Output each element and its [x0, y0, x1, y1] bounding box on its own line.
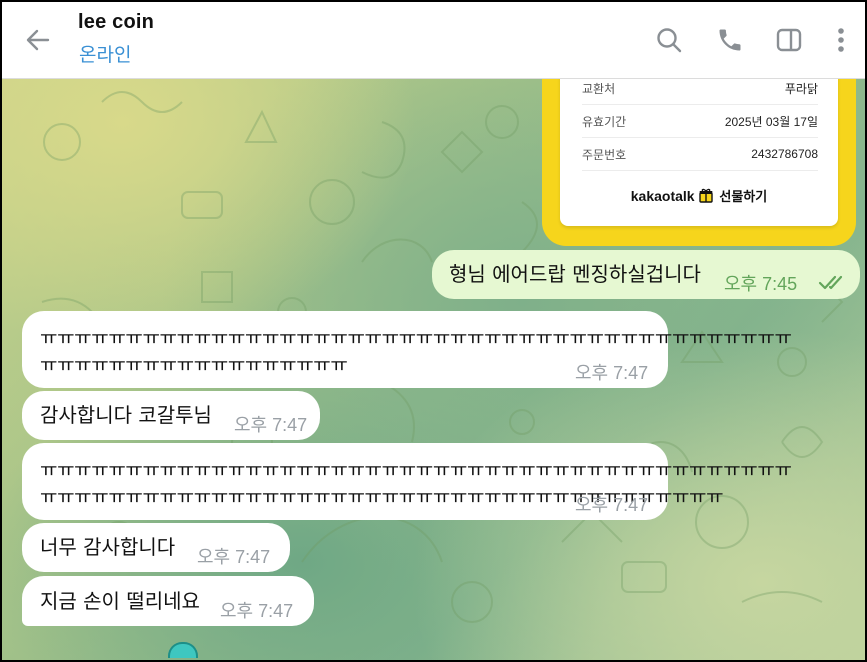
gift-row-value: 2432786708	[751, 147, 818, 161]
gift-row-key: 교환처	[582, 81, 616, 96]
message-text: 감사합니다 코갈투님	[40, 403, 212, 427]
phone-icon	[719, 29, 741, 51]
message-incoming[interactable]: ㅠㅠㅠㅠㅠㅠㅠㅠㅠㅠㅠㅠㅠㅠㅠㅠㅠㅠㅠㅠㅠㅠㅠㅠㅠㅠㅠㅠㅠㅠㅠㅠㅠㅠㅠㅠㅠㅠㅠㅠ…	[22, 443, 792, 520]
gift-row-expiry: 유효기간 2025년 03월 17일	[582, 105, 818, 138]
message-text-line: ㅠㅠㅠㅠㅠㅠㅠㅠㅠㅠㅠㅠㅠㅠㅠㅠㅠㅠㅠㅠㅠㅠㅠㅠㅠㅠㅠㅠㅠㅠㅠㅠㅠㅠㅠㅠㅠㅠㅠㅠ…	[40, 327, 792, 349]
more-menu-button[interactable]	[823, 22, 859, 58]
more-vertical-icon	[838, 28, 844, 52]
message-incoming[interactable]: 너무 감사합니다 오후 7:47	[22, 523, 290, 572]
message-incoming[interactable]: ㅠㅠㅠㅠㅠㅠㅠㅠㅠㅠㅠㅠㅠㅠㅠㅠㅠㅠㅠㅠㅠㅠㅠㅠㅠㅠㅠㅠㅠㅠㅠㅠㅠㅠㅠㅠㅠㅠㅠㅠ…	[22, 311, 792, 388]
message-time: 오후 7:47	[197, 547, 271, 567]
message-incoming[interactable]: 감사합니다 코갈투님 오후 7:47	[22, 391, 320, 440]
chat-title[interactable]: lee coin	[78, 11, 154, 34]
gift-card: 교환처 푸라닭 유효기간 2025년 03월 17일 주문번호 24327867…	[560, 62, 838, 226]
message-incoming[interactable]: 지금 손이 떨리네요 오후 7:47	[22, 576, 314, 626]
message-text: 형님 에어드랍 멘징하실겁니다	[449, 262, 701, 286]
back-button[interactable]	[20, 22, 56, 58]
search-icon	[657, 28, 682, 53]
kakaotalk-label: kakaotalk	[630, 188, 695, 204]
sidebar-toggle-icon	[776, 28, 802, 52]
sidebar-toggle-button[interactable]	[771, 22, 807, 58]
message-text: 너무 감사합니다	[40, 535, 176, 559]
call-button[interactable]	[712, 22, 748, 58]
message-time: 오후 7:45	[724, 274, 798, 294]
message-time: 오후 7:47	[575, 363, 649, 383]
message-text-line: ㅠㅠㅠㅠㅠㅠㅠㅠㅠㅠㅠㅠㅠㅠㅠㅠㅠㅠㅠㅠㅠㅠㅠㅠㅠㅠㅠㅠㅠㅠㅠㅠㅠㅠㅠㅠㅠㅠㅠㅠ…	[40, 459, 792, 481]
search-button[interactable]	[651, 22, 687, 58]
gift-card-message[interactable]: 교환처 푸라닭 유효기간 2025년 03월 17일 주문번호 24327867…	[542, 62, 856, 246]
double-check-icon	[818, 275, 843, 290]
gift-row-value: 푸라닭	[784, 81, 818, 96]
gift-label: 선물하기	[719, 189, 768, 204]
online-status: 온라인	[79, 45, 132, 66]
gift-row-order-number: 주문번호 2432786708	[582, 138, 818, 171]
gift-row-value: 2025년 03월 17일	[724, 114, 818, 129]
chat-window: lee coin 온라인 교환처 푸라닭 유효기간 2025년 03월 17일 …	[2, 2, 865, 660]
message-time: 오후 7:47	[220, 601, 294, 621]
message-time: 오후 7:47	[575, 495, 649, 515]
gift-row-key: 주문번호	[582, 147, 627, 162]
arrow-left-icon	[26, 29, 50, 51]
gift-row-key: 유효기간	[582, 114, 627, 129]
message-text: 지금 손이 떨리네요	[40, 589, 200, 613]
kakao-gift-brand: kakaotalk 선물하기	[560, 186, 838, 206]
gift-box-icon	[699, 188, 714, 206]
message-text-line: ㅠㅠㅠㅠㅠㅠㅠㅠㅠㅠㅠㅠㅠㅠㅠㅠㅠㅠ	[40, 354, 348, 376]
message-outgoing[interactable]: 형님 에어드랍 멘징하실겁니다 오후 7:45	[432, 250, 860, 299]
chat-header: lee coin 온라인	[2, 2, 865, 79]
message-time: 오후 7:47	[234, 415, 308, 435]
